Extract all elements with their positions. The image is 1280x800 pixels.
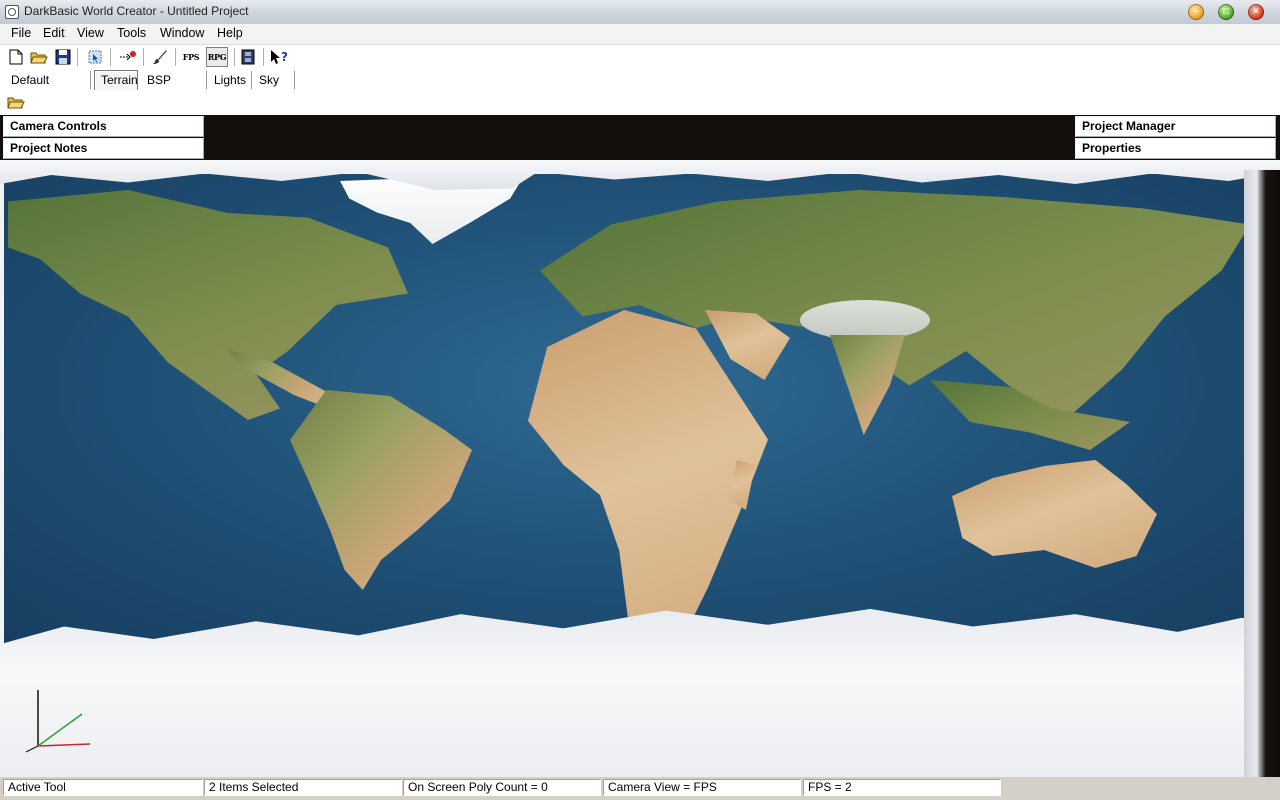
- axis-z-line: [37, 713, 83, 747]
- object-tabs: Default Objects Terrain BSP World Lights…: [0, 69, 1280, 105]
- menu-window[interactable]: Window: [159, 26, 205, 40]
- status-items-selected: 2 Items Selected: [204, 779, 402, 796]
- status-active-tool: Active Tool: [3, 779, 203, 796]
- axis-x-line: [37, 743, 91, 747]
- toolbar-separator: [110, 48, 111, 66]
- title-bar: DarkBasic World Creator - Untitled Proje…: [0, 0, 1280, 25]
- fps-icon: FPS: [182, 52, 200, 62]
- help-button[interactable]: ?: [269, 47, 289, 67]
- brush-icon: [153, 50, 167, 64]
- menu-file[interactable]: File: [10, 26, 32, 40]
- open-folder-icon: [30, 52, 48, 64]
- status-poly-count: On Screen Poly Count = 0: [403, 779, 601, 796]
- app-icon: [5, 5, 19, 19]
- panel-project-manager[interactable]: Project Manager: [1075, 116, 1276, 137]
- menu-view[interactable]: View: [76, 26, 105, 40]
- tab-lights[interactable]: Lights: [208, 71, 252, 89]
- rpg-view-button[interactable]: RPG: [206, 47, 228, 67]
- open-terrain-button[interactable]: [6, 92, 26, 112]
- 3d-viewport[interactable]: [0, 160, 1280, 777]
- terrain-toolbar: [0, 91, 1280, 115]
- select-button[interactable]: [85, 47, 105, 67]
- toolbar: FPS RPG ?: [0, 45, 1280, 69]
- maximize-icon: □: [1222, 6, 1230, 17]
- status-bar: Active Tool 2 Items Selected On Screen P…: [0, 777, 1280, 800]
- menu-tools[interactable]: Tools: [116, 26, 147, 40]
- brush-button[interactable]: [150, 47, 170, 67]
- open-folder-icon: [7, 97, 25, 109]
- terrain-edge: [1244, 170, 1280, 777]
- tab-terrain[interactable]: Terrain: [94, 70, 138, 90]
- maximize-button[interactable]: □: [1218, 4, 1234, 20]
- menu-edit[interactable]: Edit: [42, 26, 66, 40]
- panel-project-notes[interactable]: Project Notes: [3, 138, 204, 159]
- rpg-icon: RPG: [207, 52, 227, 62]
- close-icon: ×: [1253, 6, 1259, 17]
- menu-help[interactable]: Help: [216, 26, 244, 40]
- tab-sky[interactable]: Sky: [253, 71, 295, 89]
- help-pointer-icon: ?: [271, 50, 288, 64]
- toolbar-separator: [143, 48, 144, 66]
- insert-point-button[interactable]: [118, 47, 138, 67]
- minimize-button[interactable]: –: [1188, 4, 1204, 20]
- open-folder-button[interactable]: [29, 47, 49, 67]
- terrain-himalayas: [800, 300, 930, 340]
- svg-text:?: ?: [281, 50, 288, 64]
- save-disk-icon: [55, 49, 71, 65]
- minimize-icon: –: [1193, 6, 1199, 17]
- axis-gizmo: [25, 690, 91, 753]
- status-camera-view: Camera View = FPS: [603, 779, 801, 796]
- select-icon: [88, 50, 102, 64]
- save-button[interactable]: [53, 47, 73, 67]
- tab-default-objects[interactable]: Default Objects: [5, 71, 91, 105]
- insert-point-icon: [120, 51, 136, 61]
- toolbar-separator: [77, 48, 78, 66]
- toolbar-separator: [234, 48, 235, 66]
- fps-view-button[interactable]: FPS: [181, 47, 201, 67]
- axis-neg-line: [25, 745, 39, 753]
- tab-bsp-world[interactable]: BSP World: [141, 71, 207, 105]
- new-file-button[interactable]: [6, 47, 26, 67]
- film-button[interactable]: [238, 47, 258, 67]
- status-fps: FPS = 2: [803, 779, 1001, 796]
- toolbar-separator: [263, 48, 264, 66]
- close-button[interactable]: ×: [1248, 4, 1264, 20]
- window-title: DarkBasic World Creator - Untitled Proje…: [24, 4, 249, 18]
- menu-bar: File Edit View Tools Window Help: [0, 24, 1280, 45]
- film-icon: [241, 49, 255, 65]
- panel-camera-controls[interactable]: Camera Controls: [3, 116, 204, 137]
- toolbar-separator: [175, 48, 176, 66]
- panel-properties[interactable]: Properties: [1075, 138, 1276, 159]
- new-file-icon: [9, 49, 23, 65]
